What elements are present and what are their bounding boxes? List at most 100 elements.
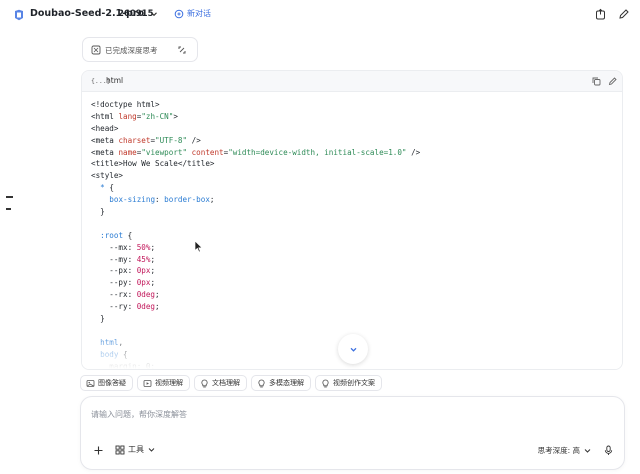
code-line: <!doctype html>: [91, 99, 420, 111]
code-token: border-box: [164, 195, 210, 205]
code-token: *: [100, 183, 110, 193]
code-line: * {: [91, 182, 420, 194]
code-token: 50%: [136, 242, 151, 252]
chevron-down-icon: [148, 448, 155, 452]
code-token: --px:: [91, 266, 137, 276]
suggestion-chip[interactable]: 文档理解: [194, 375, 247, 391]
code-token: 45%: [136, 254, 151, 264]
copy-icon[interactable]: [591, 76, 602, 87]
sidebar-toggle-mark[interactable]: [6, 196, 13, 198]
suggestion-chip-label: 文档理解: [212, 379, 240, 387]
code-line: box-sizing: border-box;: [91, 194, 420, 206]
code-line: <style>: [91, 170, 420, 182]
suggestion-chip[interactable]: 图像答疑: [80, 375, 133, 391]
chat-bubble-icon: [174, 9, 184, 18]
think-icon: [91, 45, 101, 55]
code-token: ;: [150, 254, 156, 264]
suggestion-chips: 图像答疑 视频理解 文档理解 多模态理解 视频创作文案: [80, 375, 382, 391]
code-line: :root {: [91, 230, 420, 242]
tools-button[interactable]: 工具: [115, 444, 156, 455]
deep-think-label: 已完成深度思考: [105, 46, 158, 55]
code-token: <meta: [91, 147, 119, 157]
code-line: --ry: 0deg;: [91, 301, 420, 313]
code-token: :: [155, 195, 165, 205]
code-token: {: [109, 183, 114, 193]
code-line: --px: 0px;: [91, 265, 420, 277]
microphone-icon[interactable]: [603, 445, 614, 456]
bulb-icon: [258, 379, 265, 387]
code-token: charset: [118, 135, 151, 145]
code-token: --py:: [91, 278, 137, 288]
think-depth-label: 思考深度: 高: [537, 446, 580, 455]
code-token: />: [406, 147, 421, 157]
image-icon: [86, 379, 95, 387]
suggestion-chip[interactable]: 视频理解: [137, 375, 190, 391]
think-depth-select[interactable]: 思考深度: 高: [538, 445, 592, 456]
code-line: <html lang="zh-CN">: [91, 111, 420, 123]
sidebar-toggle-mark[interactable]: [6, 208, 11, 210]
mouse-cursor-icon: [194, 240, 203, 253]
tools-label: 工具: [128, 445, 144, 454]
code-token: ;: [209, 195, 215, 205]
code-token: --my:: [91, 254, 137, 264]
chevron-down-icon: [584, 449, 591, 453]
grid-icon: [115, 445, 125, 454]
doubao-logo-icon: [15, 9, 23, 21]
chevron-down-icon: [350, 347, 356, 352]
share-icon[interactable]: [594, 8, 607, 21]
code-line: <head>: [91, 123, 420, 135]
code-line: <meta name="viewport" content="width=dev…: [91, 147, 420, 159]
chevron-down-icon[interactable]: [149, 9, 159, 19]
code-block-header: {...} html: [82, 71, 622, 92]
suggestion-chip-label: 多模态理解: [269, 379, 304, 387]
bulb-icon: [322, 379, 329, 387]
scroll-to-bottom-button[interactable]: [338, 334, 368, 364]
expand-icon[interactable]: [177, 45, 187, 55]
suggestion-chip-label: 图像答疑: [98, 379, 126, 387]
code-token: <html: [91, 111, 119, 121]
code-token: }: [91, 207, 105, 217]
code-token: 0deg: [136, 290, 156, 300]
video-icon: [143, 379, 152, 387]
code-line: <meta charset="UTF-8" />: [91, 135, 420, 147]
code-line: --rx: 0deg;: [91, 289, 420, 301]
code-token: {: [127, 230, 133, 240]
edit-code-icon[interactable]: [607, 76, 618, 87]
code-token: <title>: [91, 159, 124, 169]
code-token: How We Scale: [123, 159, 178, 169]
code-line: --py: 0px;: [91, 277, 420, 289]
code-line: }: [91, 206, 420, 218]
code-token: "zh-CN": [141, 111, 174, 121]
code-token: 0deg: [136, 302, 156, 312]
code-token: ;: [155, 290, 160, 300]
code-block: {...} html <!doctype html> <html lang="zh…: [81, 70, 623, 370]
code-token: >: [173, 111, 178, 121]
chat-input-placeholder[interactable]: 请输入问题，帮你深度解答: [91, 409, 187, 420]
suggestion-chip[interactable]: 多模态理解: [251, 375, 311, 391]
code-token: lang: [118, 111, 137, 121]
new-chat-label: 新对话: [187, 9, 211, 18]
code-token: 0px: [136, 266, 151, 276]
code-line: --my: 45%;: [91, 254, 420, 266]
code-token: content: [191, 147, 224, 157]
code-token: ;: [150, 278, 156, 288]
deep-think-status[interactable]: 已完成深度思考: [82, 37, 198, 62]
edit-icon[interactable]: [617, 8, 630, 21]
new-chat-button[interactable]: 新对话: [174, 8, 211, 19]
code-line: }: [91, 313, 420, 325]
code-token: "width=device-width, initial-scale=1.0": [228, 147, 407, 157]
top-bar: Doubao-Seed-2.1-pro 260915 新对话: [0, 0, 640, 30]
bulb-icon: [201, 379, 208, 387]
code-line: <title>How We Scale</title>: [91, 158, 420, 170]
suggestion-chip[interactable]: 视频创作文案: [315, 375, 382, 391]
code-token: --ry:: [91, 302, 137, 312]
plus-icon[interactable]: [93, 445, 104, 456]
code-token: }: [91, 314, 105, 324]
code-token: ;: [150, 266, 156, 276]
chat-input-box[interactable]: 请输入问题，帮你深度解答 工具 思考深度: 高: [80, 396, 625, 470]
code-token: --rx:: [91, 290, 137, 300]
